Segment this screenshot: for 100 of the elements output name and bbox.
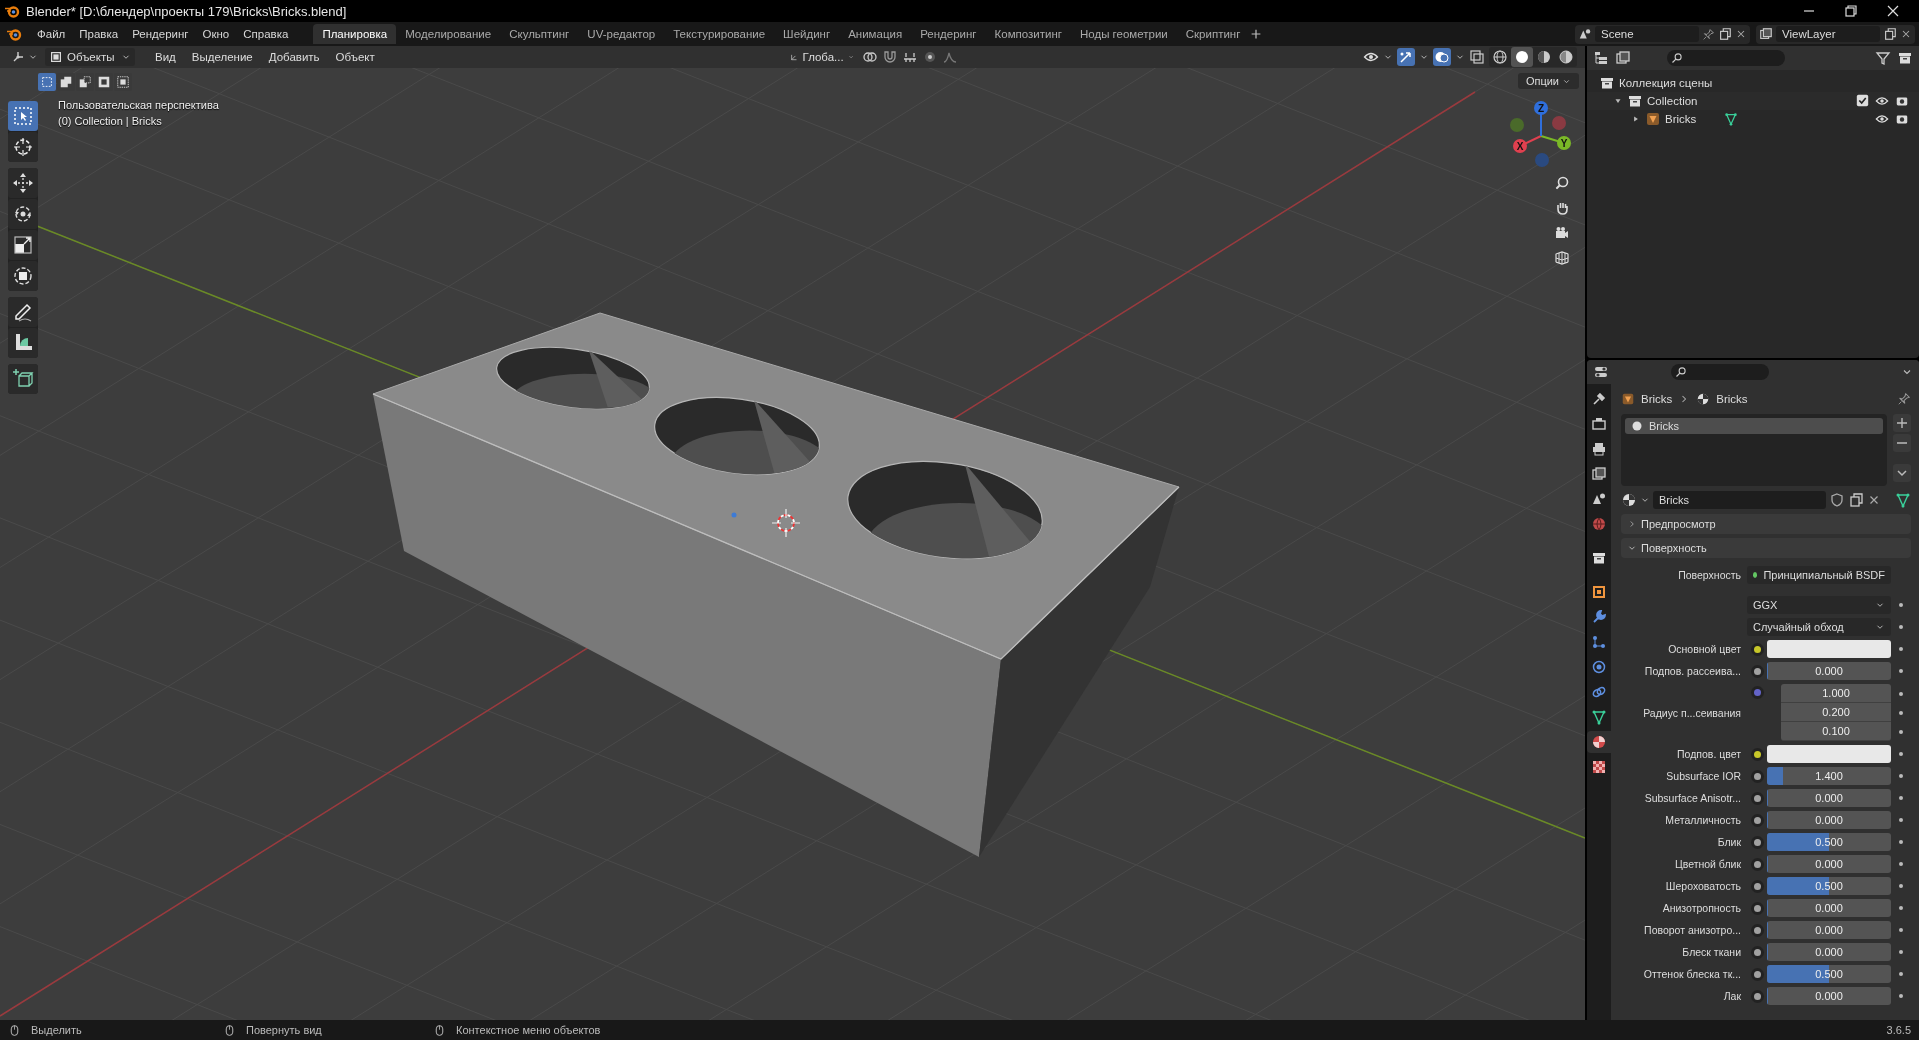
menu-item[interactable]: Вид <box>149 49 182 65</box>
socket-dot[interactable] <box>1753 948 1761 956</box>
keyframe-dot[interactable] <box>1899 774 1903 778</box>
orientation-dropdown[interactable]: Глоба... <box>785 48 858 66</box>
workspace-tab[interactable]: Рендеринг <box>911 24 986 44</box>
visibility-icon[interactable] <box>1875 94 1889 108</box>
axis-handle[interactable]: Z <box>1534 101 1548 137</box>
socket-dot[interactable] <box>1753 904 1761 912</box>
number-field[interactable]: 0.000 <box>1767 855 1891 873</box>
scale-icon[interactable] <box>8 230 38 260</box>
view-layer-icon[interactable] <box>1615 50 1631 66</box>
number-field[interactable]: 0.100 <box>1781 722 1891 741</box>
workspace-tab[interactable]: Ноды геометрии <box>1071 24 1177 44</box>
material-name-field[interactable]: Bricks <box>1653 491 1826 509</box>
axis-handle[interactable] <box>1552 116 1566 130</box>
view-layer-icon[interactable] <box>1759 27 1773 41</box>
slot-menu-icon[interactable] <box>1893 464 1911 482</box>
keyframe-dot[interactable] <box>1899 994 1903 998</box>
workspace-tab[interactable]: Шейдинг <box>774 24 840 44</box>
blender-menu-icon[interactable] <box>6 26 22 42</box>
menu-item[interactable]: Справка <box>236 25 296 43</box>
menu-item[interactable]: Окно <box>195 25 237 43</box>
socket-dot[interactable] <box>1753 860 1761 868</box>
new-view-layer-icon[interactable] <box>1883 27 1897 41</box>
keyframe-dot[interactable] <box>1899 862 1903 866</box>
select-mode-icon[interactable] <box>38 73 56 91</box>
cursor-icon[interactable] <box>8 132 38 162</box>
axis-handle[interactable] <box>1510 118 1524 132</box>
keyframe-dot[interactable] <box>1899 625 1903 629</box>
select-box-icon[interactable] <box>8 101 38 131</box>
add-slot-icon[interactable] <box>1893 414 1911 432</box>
socket-dot[interactable] <box>1753 689 1761 696</box>
keyframe-dot[interactable] <box>1899 796 1903 800</box>
display-mode-icon[interactable] <box>1593 50 1609 66</box>
menu-item[interactable]: Объект <box>329 49 381 65</box>
socket-dot[interactable] <box>1753 772 1761 780</box>
menu-item[interactable]: Файл <box>30 25 73 43</box>
socket-dot[interactable] <box>1753 992 1761 1000</box>
link-data-icon[interactable] <box>1895 492 1911 508</box>
pivot-icon[interactable] <box>861 49 878 65</box>
number-field[interactable]: 0.000 <box>1767 921 1891 939</box>
workspace-tab[interactable]: Анимация <box>839 24 912 44</box>
panel-header[interactable]: Предпросмотр <box>1621 514 1911 534</box>
search-field[interactable] <box>1667 50 1785 66</box>
workspace-tab[interactable]: Моделирование <box>396 24 501 44</box>
visibility-icon[interactable] <box>1875 112 1889 126</box>
number-field[interactable]: 0.000 <box>1767 662 1891 680</box>
socket-dot[interactable] <box>1753 794 1761 802</box>
xray-icon[interactable] <box>1469 49 1485 65</box>
socket-dot[interactable] <box>1753 816 1761 824</box>
view-layer-field[interactable]: ViewLayer <box>1776 26 1880 42</box>
socket-dot[interactable] <box>1753 667 1761 675</box>
number-field[interactable]: 1.000 <box>1781 684 1891 703</box>
menu-item[interactable]: Добавить <box>262 49 326 65</box>
dropdown[interactable]: Случайный обход <box>1747 618 1891 636</box>
dropdown[interactable]: GGX <box>1747 596 1891 614</box>
keyframe-dot[interactable] <box>1899 603 1903 607</box>
workspace-tab[interactable]: Скриптинг <box>1176 24 1250 44</box>
keyframe-dot[interactable] <box>1899 647 1903 651</box>
keyframe-dot[interactable] <box>1899 669 1903 673</box>
number-field[interactable]: 0.000 <box>1767 943 1891 961</box>
socket-dot[interactable] <box>1753 750 1761 758</box>
socket-dot[interactable] <box>1753 838 1761 846</box>
select-mode-icon[interactable] <box>114 73 132 91</box>
scene-field[interactable]: Scene <box>1595 26 1699 42</box>
outliner-item[interactable]: Bricks <box>1665 113 1697 125</box>
keyframe-dot[interactable] <box>1899 884 1903 888</box>
transform-icon[interactable] <box>8 261 38 291</box>
editor-type-icon[interactable] <box>1593 364 1609 380</box>
workspace-tab[interactable]: Текстурирование <box>664 24 775 44</box>
duplicate-icon[interactable] <box>1848 492 1864 508</box>
snap-icon[interactable] <box>881 49 898 65</box>
keyframe-dot[interactable] <box>1899 818 1903 822</box>
socket-dot[interactable] <box>1753 645 1761 653</box>
menu-item[interactable]: Выделение <box>185 49 259 65</box>
new-collection-icon[interactable] <box>1897 50 1913 66</box>
remove-slot-icon[interactable] <box>1893 434 1911 452</box>
pin-icon[interactable] <box>1897 392 1911 406</box>
pin-icon[interactable] <box>1702 27 1715 41</box>
keyframe-dot[interactable] <box>1899 906 1903 910</box>
axis-handle[interactable] <box>1535 153 1549 167</box>
keyframe-dot[interactable] <box>1899 972 1903 976</box>
overlay-toggle-icon[interactable] <box>1433 48 1451 66</box>
color-swatch[interactable] <box>1767 640 1891 658</box>
number-field[interactable]: 0.200 <box>1781 703 1891 722</box>
material-slot[interactable]: Bricks <box>1625 418 1883 434</box>
menu-item[interactable]: Правка <box>72 25 126 43</box>
add-cube-icon[interactable] <box>8 364 38 394</box>
keyframe-dot[interactable] <box>1899 710 1903 715</box>
fake-user-icon[interactable] <box>1829 492 1845 508</box>
menu-item[interactable]: Рендеринг <box>125 25 196 43</box>
shader-field[interactable]: Принципиальный BSDF <box>1747 566 1891 584</box>
new-scene-icon[interactable] <box>1718 27 1732 41</box>
number-field[interactable]: 0.000 <box>1767 987 1891 1005</box>
mesh-data-icon[interactable] <box>1724 112 1739 126</box>
socket-dot[interactable] <box>1753 926 1761 934</box>
close-icon[interactable] <box>1885 3 1901 19</box>
socket-dot[interactable] <box>1753 970 1761 978</box>
keyframe-dot[interactable] <box>1899 752 1903 756</box>
workspace-tab[interactable]: UV-редактор <box>578 24 665 44</box>
